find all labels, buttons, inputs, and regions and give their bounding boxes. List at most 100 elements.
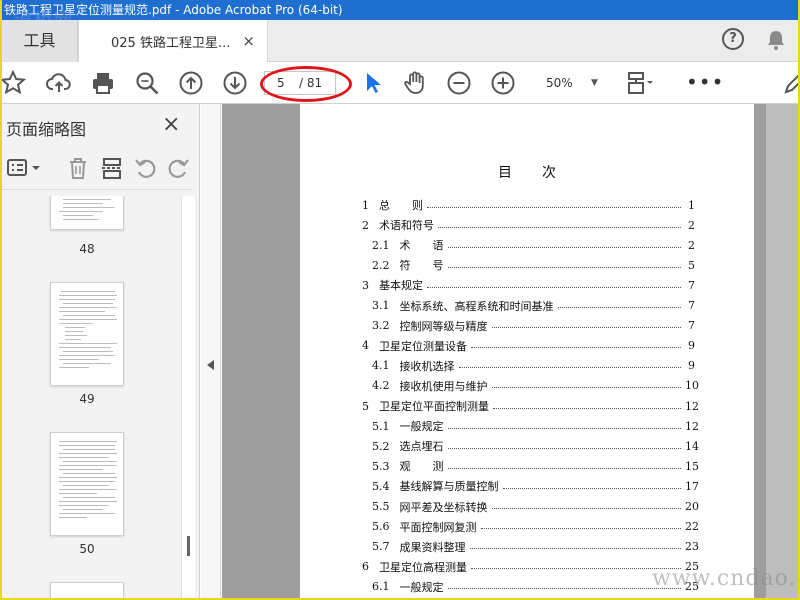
toc-entry-text: 控制网等级与精度 [399, 319, 488, 333]
scrollbar-grip[interactable] [187, 536, 190, 556]
toc-entry[interactable]: 2.1 术 语 2 [372, 236, 695, 254]
toc-entry-number: 2.1 [372, 238, 390, 252]
toc-entry[interactable]: 6.1 一般规定 25 [372, 578, 699, 596]
toc-entry-page: 12 [685, 419, 699, 433]
document-view[interactable]: 目次 1总 则 1 2 术语和符号 2 2.1 术 语 2 2.2 符 号 5 3 基本规定 7 3.1 坐标… [222, 104, 798, 598]
page-thumbnail[interactable] [50, 282, 124, 386]
zoom-in-icon[interactable] [490, 70, 516, 96]
zoom-select[interactable]: 50% ▼ [536, 71, 606, 95]
toc-entry-text: 成果资料整理 [399, 540, 466, 554]
toc-entry[interactable]: 2 术语和符号 2 [362, 216, 695, 234]
toc-entry-text: 总 则 [379, 199, 423, 212]
toc-entry-text: 术语和符号 [379, 219, 434, 233]
toc-entry[interactable]: 3.2 控制网等级与精度 7 [372, 317, 695, 335]
bell-icon[interactable] [766, 29, 786, 51]
toc-entry[interactable]: 5.6 平面控制网复测 22 [372, 518, 699, 536]
tab-bar: 工具 025 铁路工程卫星... × ? [2, 20, 798, 63]
toc-entry-text: 接收机使用与维护 [399, 379, 488, 393]
toc-entry-text: 网平差及坐标转换 [399, 500, 488, 514]
toc-entry-page: 1 [688, 198, 695, 212]
toc-entry[interactable]: 5.3 观 测 15 [372, 457, 699, 475]
select-cursor-icon[interactable] [360, 70, 386, 96]
toc-entry[interactable]: 3 基本规定 7 [362, 276, 695, 294]
trash-icon[interactable] [66, 156, 90, 180]
previous-page-icon[interactable] [178, 70, 204, 96]
zoom-value: 50% [546, 76, 573, 90]
toc-entry[interactable]: 5.2 选点埋石 14 [372, 437, 699, 455]
toc-entry-page: 9 [688, 359, 695, 373]
thumbnail-panel: 页面缩略图 × 48 49 50 [2, 104, 200, 598]
toc-entry[interactable]: 5 卫星定位平面控制测量 12 [362, 397, 699, 415]
search-icon[interactable] [134, 70, 160, 96]
toc-leader-dots [447, 246, 681, 248]
toc-leader-dots [427, 206, 681, 208]
toc-entry-text: 一般规定 [399, 580, 444, 594]
rotate-left-icon[interactable] [134, 156, 158, 180]
toc-leader-dots [427, 286, 681, 288]
extract-page-icon[interactable] [100, 156, 124, 180]
toc-entry-page: 25 [685, 560, 699, 574]
toc-entry-text: 坐标系统、高程系统和时间基准 [399, 299, 554, 313]
panel-splitter[interactable] [201, 104, 221, 598]
next-page-icon[interactable] [222, 70, 248, 96]
document-scrollbar[interactable] [766, 104, 798, 598]
toc-entry-text: 观 测 [399, 460, 444, 474]
toc-entry-text: 卫星定位高程测量 [379, 560, 467, 574]
toc-entry-text: 接收机选择 [399, 359, 455, 373]
thumbnail-page-number: 49 [79, 392, 95, 406]
toc-entry[interactable]: 5.7 成果资料整理 23 [372, 538, 699, 556]
toc-leader-dots [471, 347, 681, 349]
toc-entry[interactable]: 4.2 接收机使用与维护 10 [372, 377, 699, 395]
toc-entry[interactable]: 5.1 一般规定 12 [372, 417, 699, 435]
toc-entry-text: 一般规定 [399, 420, 444, 434]
chevron-down-icon: ▼ [591, 78, 598, 88]
toc-leader-dots [491, 508, 681, 509]
tab-document[interactable]: 025 铁路工程卫星... × [78, 20, 268, 63]
toc-entry[interactable]: 6 卫星定位高程测量 25 [362, 558, 699, 576]
options-menu-icon[interactable] [6, 156, 42, 180]
help-icon[interactable]: ? [722, 28, 744, 50]
toc-entry-text: 平面控制网复测 [399, 520, 477, 534]
page-thumbnail[interactable] [50, 582, 124, 598]
pen-icon[interactable] [782, 70, 798, 96]
zoom-out-icon[interactable] [446, 70, 472, 96]
page-display-icon[interactable] [626, 70, 653, 96]
toc-entry-page: 12 [685, 399, 699, 413]
close-icon[interactable]: × [242, 32, 255, 50]
toc-entry-number: 5 [362, 399, 369, 413]
star-icon[interactable] [2, 69, 27, 96]
toc-entry-number: 4 [362, 339, 369, 353]
thumbnail-scrollbar[interactable] [181, 196, 195, 598]
thumbnail-page-number: 50 [79, 542, 95, 556]
toc-entry-number: 3.2 [372, 319, 390, 333]
annotation-ellipse [260, 66, 352, 102]
hand-icon[interactable] [402, 70, 428, 96]
toc-entry-page: 10 [685, 379, 699, 393]
toc-entry[interactable]: 2.2 符 号 5 [372, 256, 695, 274]
toc-entry[interactable]: 1 总 则 1 [362, 196, 695, 214]
toolbar: 5 / 81 50% ▼ ••• [2, 62, 798, 104]
toc-leader-dots [438, 226, 681, 228]
tab-tools[interactable]: 工具 [2, 20, 78, 62]
toc-entry-page: 7 [688, 278, 695, 292]
cloud-upload-icon[interactable] [46, 70, 72, 96]
collapse-arrow-icon[interactable] [207, 360, 214, 370]
more-options-icon[interactable]: ••• [686, 72, 724, 92]
toc-entry-page: 7 [688, 319, 695, 333]
toc-entry[interactable]: 3.1 坐标系统、高程系统和时间基准 7 [372, 297, 695, 315]
toc-entry[interactable]: 4.1 接收机选择 9 [372, 357, 695, 375]
toc-entry-number: 6.1 [372, 580, 390, 594]
toc-entry-page: 2 [688, 238, 695, 252]
toc-entry-text: 基本规定 [379, 279, 423, 293]
print-icon[interactable] [90, 70, 116, 96]
toc-entry-number: 5.1 [372, 419, 390, 433]
toc-entry[interactable]: 4 卫星定位测量设备 9 [362, 337, 695, 355]
close-panel-icon[interactable]: × [162, 112, 180, 137]
toc-leader-dots [502, 487, 681, 489]
toc-entry[interactable]: 5.4 基线解算与质量控制 17 [372, 477, 699, 495]
page-thumbnail[interactable] [50, 432, 124, 536]
page-thumbnail[interactable] [50, 196, 124, 230]
toc-title: 目次 [498, 165, 586, 181]
toc-entry[interactable]: 5.5 网平差及坐标转换 20 [372, 498, 699, 516]
rotate-right-icon[interactable] [166, 156, 190, 180]
